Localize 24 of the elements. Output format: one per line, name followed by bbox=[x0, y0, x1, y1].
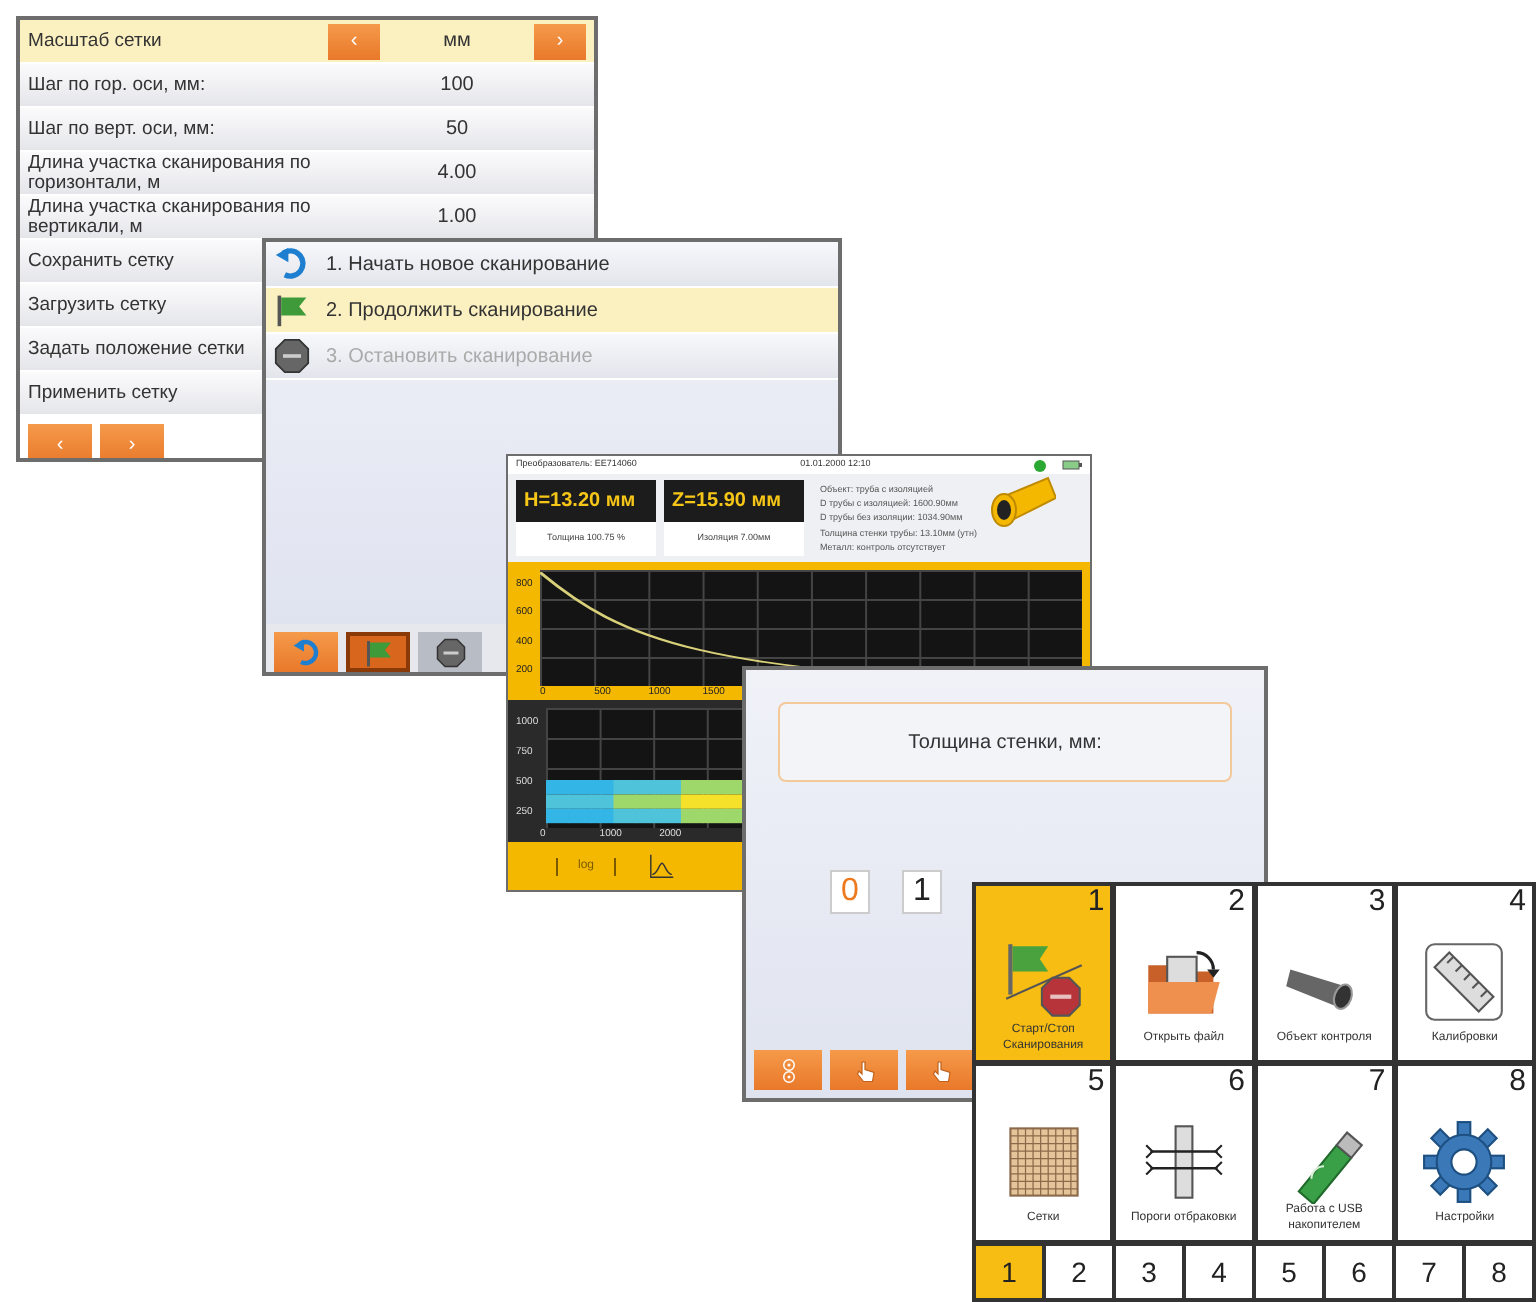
setting-label: Сохранить сетку bbox=[28, 251, 174, 271]
setting-label: Применить сетку bbox=[28, 383, 178, 403]
tile-number: 3 bbox=[1368, 886, 1386, 919]
setting-value: 50 bbox=[443, 116, 471, 144]
measurement-readout: H=13.20 мм bbox=[516, 480, 656, 522]
setting-label: Шаг по гор. оси, мм: bbox=[28, 75, 208, 95]
tile-number: 6 bbox=[1228, 1066, 1245, 1099]
setting-value: 4.00 bbox=[435, 160, 479, 188]
setting-label: Задать положение сетки bbox=[28, 339, 245, 359]
measurement-readout: Z=15.90 мм bbox=[664, 480, 804, 522]
tile-number: 8 bbox=[1509, 1066, 1526, 1099]
setting-label: Масштаб сетки bbox=[28, 31, 164, 51]
tile-number: 4 bbox=[1509, 886, 1526, 919]
tile-number: 7 bbox=[1368, 1066, 1386, 1099]
setting-value: 1.00 bbox=[435, 204, 479, 232]
tile-number: 5 bbox=[1087, 1066, 1105, 1099]
setting-value: 100 bbox=[438, 72, 476, 100]
setting-label: Длина участка сканирования по горизонтали, м bbox=[28, 154, 313, 192]
setting-label: Загрузить сетку bbox=[28, 295, 167, 315]
setting-label: Шаг по верт. оси, мм: bbox=[28, 119, 217, 139]
setting-label: Длина участка сканирования по вертикали, м bbox=[28, 198, 313, 236]
tile-number: 2 bbox=[1228, 886, 1245, 919]
setting-value: мм bbox=[441, 28, 473, 56]
tile-number: 1 bbox=[1087, 886, 1105, 919]
